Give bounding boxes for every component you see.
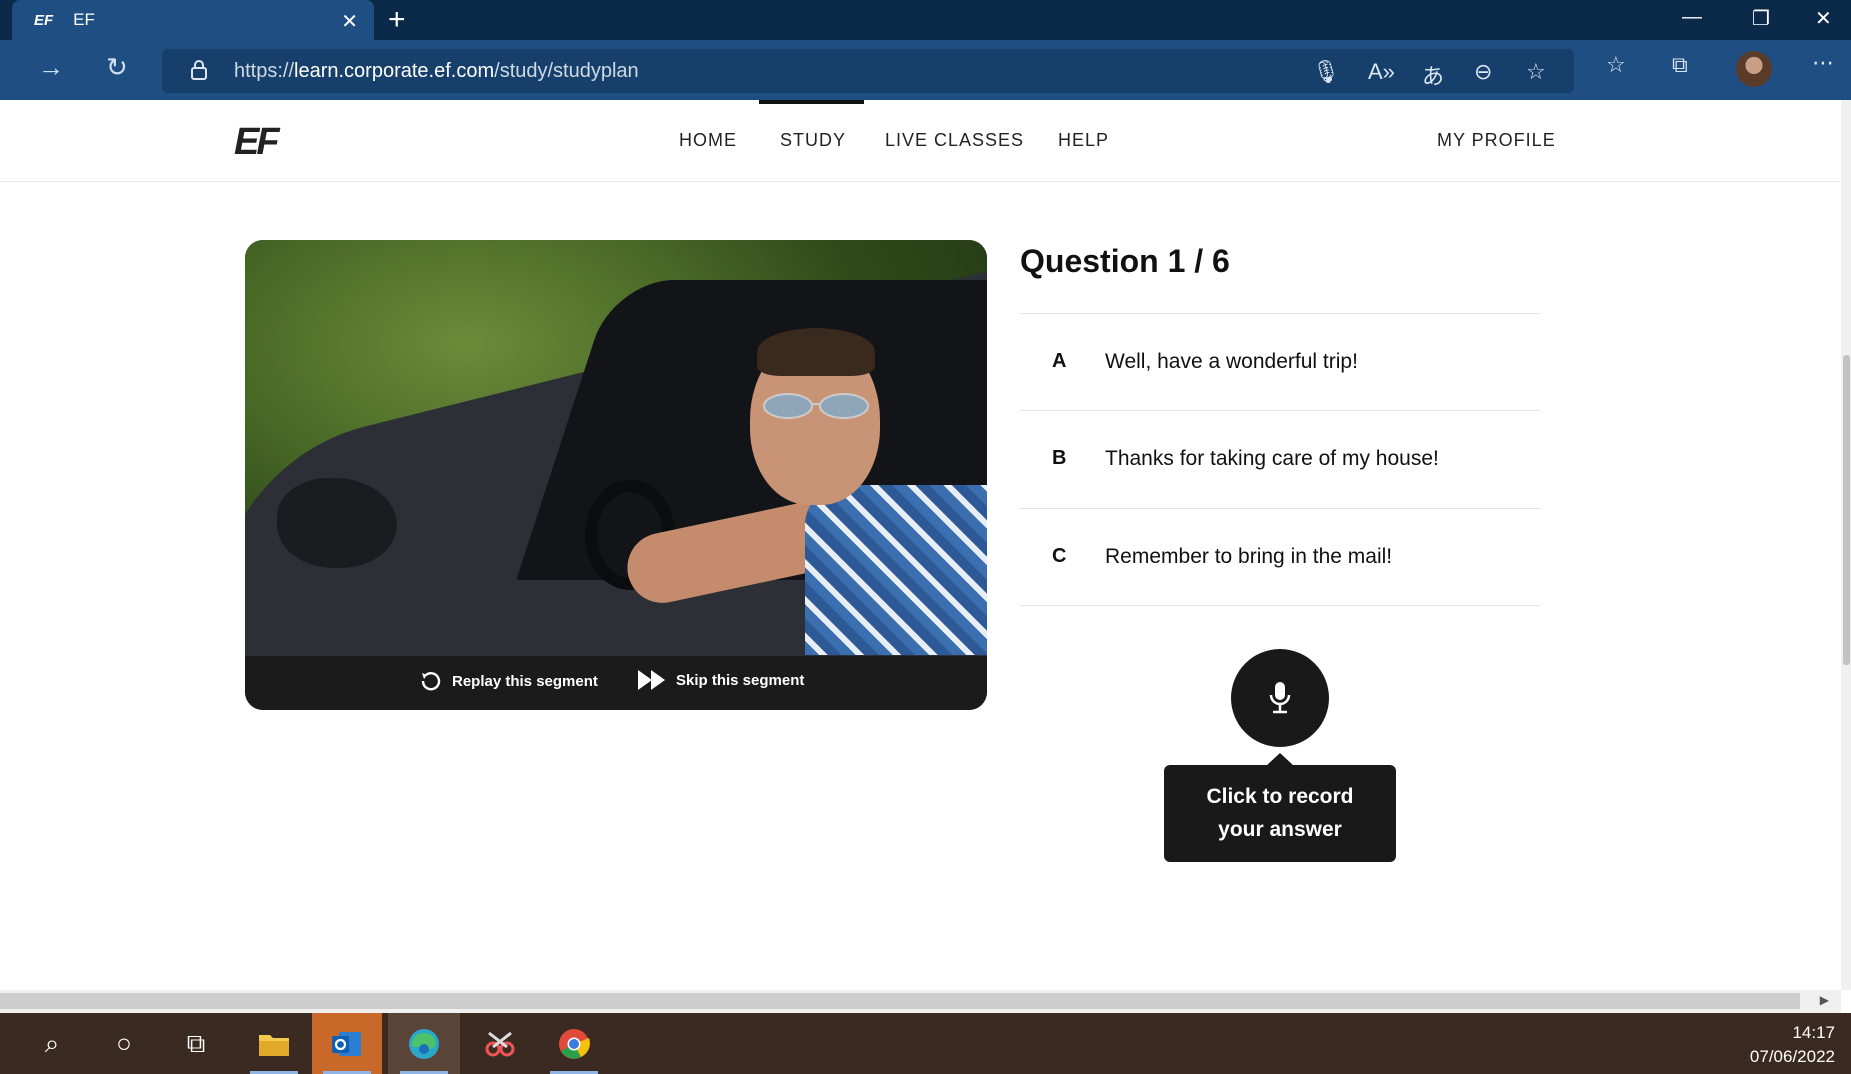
translate-icon[interactable]: あ xyxy=(1422,59,1444,91)
zoom-out-icon[interactable]: ⊖ xyxy=(1474,59,1492,85)
vertical-scroll-thumb[interactable] xyxy=(1843,355,1850,665)
option-text: Remember to bring in the mail! xyxy=(1105,545,1393,568)
task-view-icon[interactable]: ⧉ xyxy=(166,1013,226,1074)
horizontal-scroll-thumb[interactable] xyxy=(0,993,1800,1009)
nav-my-profile[interactable]: MY PROFILE xyxy=(1437,130,1556,151)
browser-tab-strip: EF EF ✕ + — ❐ ✕ xyxy=(0,0,1851,40)
nav-study[interactable]: STUDY xyxy=(780,130,846,151)
divider xyxy=(1020,605,1540,606)
chrome-icon[interactable] xyxy=(544,1013,604,1074)
outlook-icon[interactable] xyxy=(312,1013,382,1074)
browser-tab[interactable]: EF EF ✕ xyxy=(12,0,374,40)
answer-option-c[interactable]: C Remember to bring in the mail! xyxy=(1020,509,1540,605)
option-letter: B xyxy=(1052,447,1067,469)
microphone-icon[interactable]: 🎙 xyxy=(1312,59,1340,85)
url-domain: learn.corporate.ef.com xyxy=(294,60,495,82)
lock-icon[interactable] xyxy=(190,59,208,81)
read-aloud-icon[interactable]: A» xyxy=(1368,59,1395,85)
scroll-right-icon[interactable]: ▶ xyxy=(1820,993,1829,1007)
edge-icon[interactable] xyxy=(388,1013,460,1074)
close-tab-icon[interactable]: ✕ xyxy=(341,9,358,34)
option-text: Well, have a wonderful trip! xyxy=(1105,350,1358,373)
cortana-icon[interactable]: ○ xyxy=(94,1013,154,1074)
skip-segment-button[interactable]: Skip this segment xyxy=(638,670,804,690)
video-controls: Replay this segment Skip this segment xyxy=(245,656,987,710)
add-favorite-icon[interactable]: ☆ xyxy=(1526,59,1546,85)
url-text: https://learn.corporate.ef.com/study/stu… xyxy=(234,60,639,83)
video-player[interactable]: Replay this segment Skip this segment xyxy=(245,240,987,710)
answer-option-a[interactable]: A Well, have a wonderful trip! xyxy=(1020,314,1540,410)
system-clock[interactable]: 14:17 07/06/2022 xyxy=(1750,1021,1835,1069)
url-prefix: https:// xyxy=(234,60,295,82)
tab-title: EF xyxy=(73,10,95,29)
clock-date: 07/06/2022 xyxy=(1749,1047,1835,1066)
address-bar[interactable]: https://learn.corporate.ef.com/study/stu… xyxy=(162,49,1574,93)
man-in-car-image xyxy=(245,240,987,656)
search-icon[interactable]: ⌕ xyxy=(22,1013,82,1074)
nav-live-classes[interactable]: LIVE CLASSES xyxy=(885,130,1024,151)
site-header: EF HOME STUDY LIVE CLASSES HELP MY PROFI… xyxy=(0,100,1841,182)
nav-help[interactable]: HELP xyxy=(1058,130,1109,151)
replay-label: Replay this segment xyxy=(452,672,598,690)
option-letter: C xyxy=(1052,545,1067,567)
url-path: /study/studyplan xyxy=(494,60,639,82)
tooltip-line-2: your answer xyxy=(1218,818,1342,841)
option-text: Thanks for taking care of my house! xyxy=(1105,447,1439,470)
vertical-scrollbar[interactable] xyxy=(1841,100,1851,990)
fast-forward-icon xyxy=(638,670,665,690)
clock-time: 14:17 xyxy=(1792,1023,1835,1042)
refresh-icon[interactable]: ↻ xyxy=(106,52,128,83)
microphone-icon xyxy=(1269,682,1291,714)
more-menu-icon[interactable]: ⋯ xyxy=(1812,50,1834,76)
question-title: Question 1 / 6 xyxy=(1020,243,1230,279)
replay-segment-button[interactable]: Replay this segment xyxy=(420,670,598,692)
tooltip-line-1: Click to record xyxy=(1206,785,1354,808)
close-window-icon[interactable]: ✕ xyxy=(1815,6,1832,31)
horizontal-scrollbar[interactable]: ▶ xyxy=(0,990,1841,1013)
record-tooltip: Click to record your answer xyxy=(1164,765,1396,862)
new-tab-button[interactable]: + xyxy=(388,3,406,37)
collections-icon[interactable]: ⧉ xyxy=(1672,52,1688,78)
restore-icon[interactable]: ❐ xyxy=(1752,6,1770,31)
record-answer-button[interactable] xyxy=(1231,649,1329,747)
windows-taskbar: ⌕ ○ ⧉ 14:17 07/06/2022 xyxy=(0,1013,1851,1074)
active-nav-indicator xyxy=(759,100,864,104)
skip-label: Skip this segment xyxy=(676,671,805,689)
browser-toolbar: → ↻ https://learn.corporate.ef.com/study… xyxy=(0,40,1851,100)
favorites-icon[interactable]: ☆ xyxy=(1606,52,1626,78)
forward-icon[interactable]: → xyxy=(38,52,64,83)
option-letter: A xyxy=(1052,350,1067,372)
ef-logo[interactable]: EF xyxy=(234,121,280,164)
snipping-tool-icon[interactable] xyxy=(470,1013,530,1074)
file-explorer-icon[interactable] xyxy=(244,1013,304,1074)
profile-avatar[interactable] xyxy=(1736,51,1772,87)
minimize-icon[interactable]: — xyxy=(1682,6,1702,29)
replay-icon xyxy=(421,672,441,691)
ef-favicon-icon: EF xyxy=(34,11,54,29)
answer-option-b[interactable]: B Thanks for taking care of my house! xyxy=(1020,411,1540,507)
nav-home[interactable]: HOME xyxy=(679,130,737,151)
